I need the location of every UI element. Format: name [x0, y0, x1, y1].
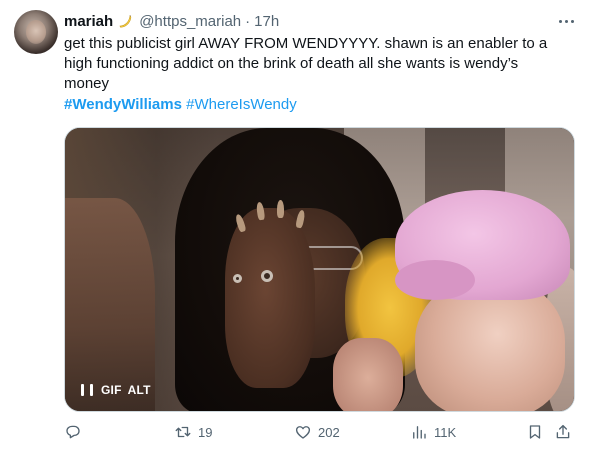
gif-scene-ring: [261, 270, 273, 282]
gif-controls: GIF ALT: [81, 379, 151, 401]
display-name[interactable]: mariah: [64, 13, 113, 30]
tweet-text-line: get this publicist girl AWAY FROM WENDYY…: [64, 35, 548, 52]
gif-scene-hand: [225, 208, 315, 388]
gif-scene-hand-right: [333, 338, 403, 411]
bookmark-icon: [529, 425, 541, 439]
like-button[interactable]: 202: [294, 420, 340, 444]
reply-icon: [66, 425, 80, 439]
tweet-header: mariah @https_mariah · 17h: [64, 11, 279, 31]
avatar[interactable]: [14, 10, 58, 54]
tweet-actions: 19 202 11K: [64, 420, 576, 444]
timestamp[interactable]: 17h: [254, 13, 279, 30]
separator-dot: ·: [245, 12, 251, 30]
gif-scene-ring: [233, 274, 242, 283]
share-button[interactable]: [554, 420, 572, 444]
tweet-text-line: high functioning addict on the brink of …: [64, 55, 519, 72]
tweet-card[interactable]: mariah @https_mariah · 17h get this publ…: [0, 0, 595, 460]
like-count: 202: [318, 424, 340, 440]
retweet-button[interactable]: 19: [174, 420, 212, 444]
heart-icon: [295, 426, 311, 439]
views-count: 11K: [434, 424, 457, 440]
gif-scene-cap-brim: [395, 260, 475, 300]
alt-text-badge[interactable]: ALT: [128, 383, 151, 397]
tweet-text: get this publicist girl AWAY FROM WENDYY…: [64, 34, 574, 94]
more-options-icon[interactable]: [554, 11, 578, 31]
gif-media[interactable]: GIF ALT: [64, 127, 575, 412]
hashtag-link[interactable]: #WendyWilliams: [64, 96, 182, 113]
hashtag-row: #WendyWilliams #WhereIsWendy: [64, 95, 297, 115]
gif-badge: GIF: [101, 383, 122, 397]
user-handle[interactable]: @https_mariah: [139, 13, 241, 30]
bookmark-button[interactable]: [526, 420, 544, 444]
hashtag-link[interactable]: #WhereIsWendy: [186, 96, 297, 113]
views-chart-icon: [413, 426, 426, 439]
retweet-icon: [175, 426, 191, 438]
views-button[interactable]: 11K: [410, 420, 456, 444]
pause-icon[interactable]: [81, 383, 93, 397]
reply-button[interactable]: [64, 420, 88, 444]
retweet-count: 19: [198, 424, 213, 440]
banana-icon: [117, 13, 133, 29]
gif-scene-nail: [277, 200, 284, 218]
share-icon: [556, 424, 570, 439]
tweet-text-line: money: [64, 75, 110, 92]
